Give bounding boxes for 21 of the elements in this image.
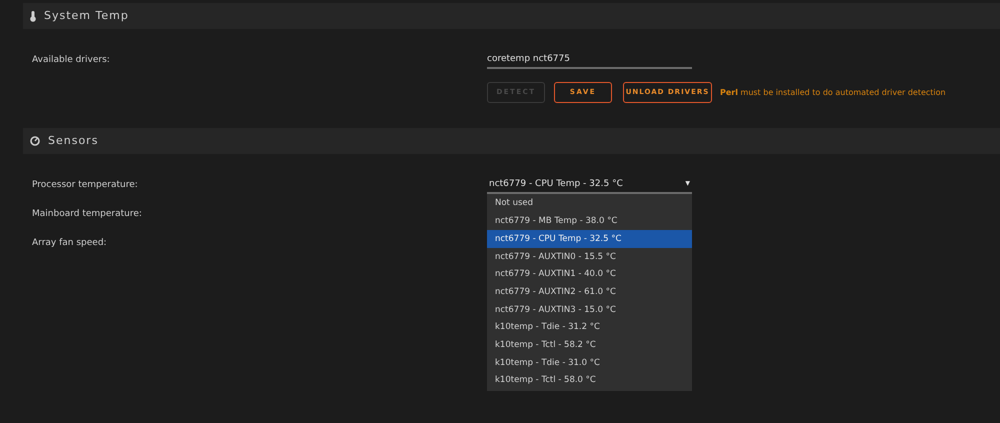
dropdown-option[interactable]: nct6779 - AUXTIN2 - 61.0 °C [487, 283, 692, 302]
dropdown-option[interactable]: Not used [487, 195, 692, 213]
drivers-input[interactable]: coretemp nct6775 [487, 51, 692, 69]
dropdown-option[interactable]: nct6779 - AUXTIN3 - 15.0 °C [487, 301, 692, 319]
dropdown-option[interactable]: nct6779 - CPU Temp - 32.5 °C [487, 230, 692, 248]
field-label: Mainboard temperature: [31, 208, 143, 221]
dropdown-option[interactable]: k10temp - Tdie - 31.2 °C [487, 318, 692, 336]
dropdown-option[interactable]: nct6779 - AUXTIN1 - 40.0 °C [487, 266, 692, 284]
dropdown-option[interactable]: k10temp - Tctl - 58.2 °C [487, 336, 692, 354]
field-label: Available drivers: [31, 54, 111, 67]
dropdown-option[interactable]: nct6779 - MB Temp - 38.0 °C [487, 212, 692, 230]
section-title: Sensors [48, 132, 98, 149]
dropdown-option[interactable]: k10temp - Tctl - 58.0 °C [487, 372, 692, 390]
dropdown-option[interactable]: nct6779 - AUXTIN0 - 15.5 °C [487, 248, 692, 266]
gauge-icon [30, 136, 40, 146]
section-title: System Temp [44, 8, 129, 24]
field-label: Processor temperature: [31, 179, 139, 192]
driver-note: Perl must be installed to do automated driver detection [720, 86, 946, 98]
thermometer-icon [30, 10, 36, 22]
dropdown-option[interactable]: k10temp - Tdie - 31.0 °C [487, 354, 692, 372]
field-label: Array fan speed: [31, 237, 108, 250]
